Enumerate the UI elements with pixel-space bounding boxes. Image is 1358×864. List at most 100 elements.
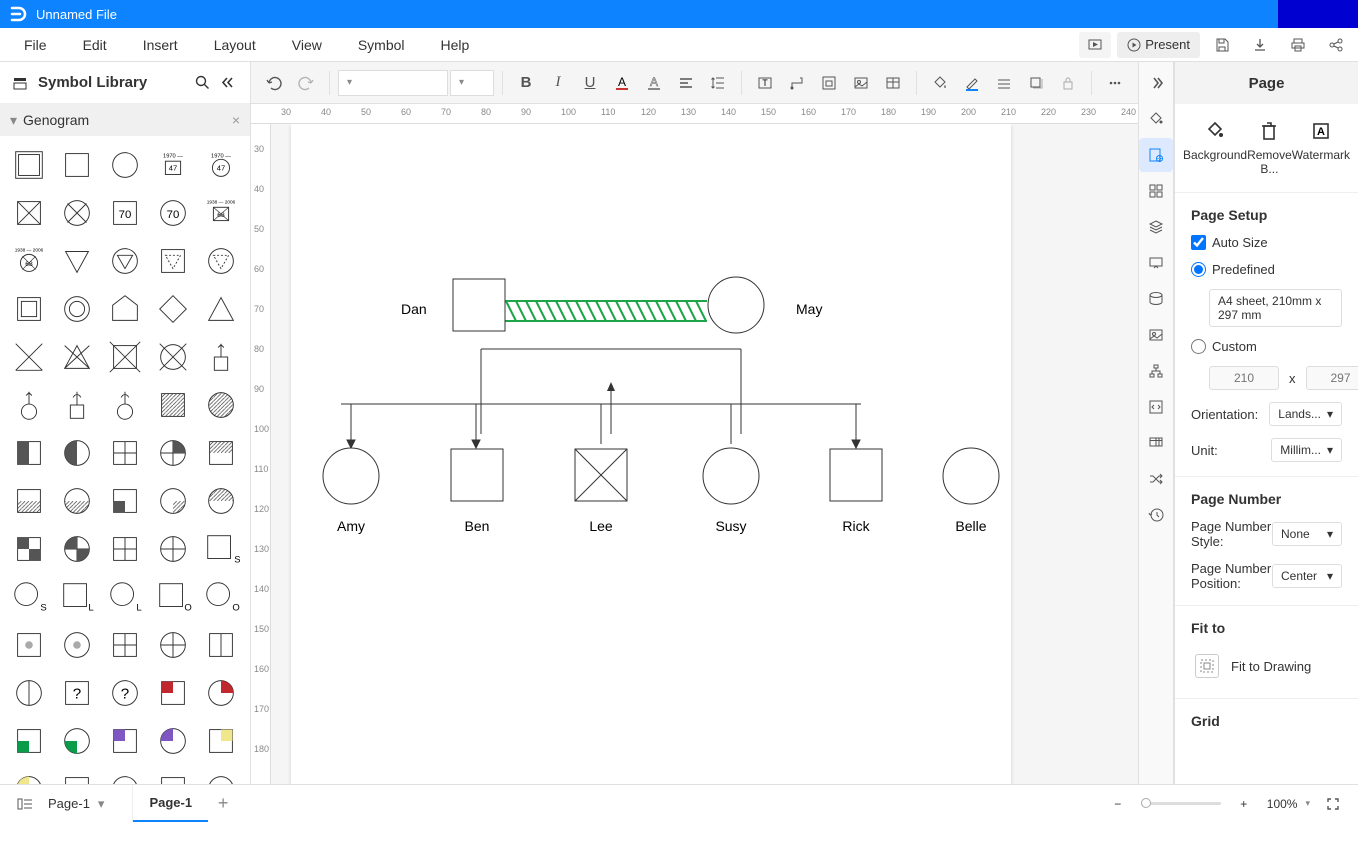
shape-circle-sub-l[interactable]: L: [104, 576, 146, 618]
theme-icon[interactable]: [1139, 102, 1173, 136]
shape-split-ci[interactable]: [8, 672, 50, 714]
zoom-slider[interactable]: [1141, 802, 1221, 805]
shape-quarter-square[interactable]: [104, 432, 146, 474]
page-number-position-select[interactable]: Center▾: [1272, 564, 1342, 588]
shape-green-quarter-ci[interactable]: [56, 720, 98, 762]
connector-button[interactable]: [782, 68, 812, 98]
shape-red-quarter-ci[interactable]: [200, 672, 242, 714]
menu-insert[interactable]: Insert: [125, 37, 196, 53]
orientation-select[interactable]: Lands...▾: [1269, 402, 1342, 426]
shape-quarter-fill-ci[interactable]: [152, 480, 194, 522]
lock-button[interactable]: [1053, 68, 1083, 98]
redo-button[interactable]: [291, 68, 321, 98]
italic-button[interactable]: I: [543, 68, 573, 98]
menu-edit[interactable]: Edit: [65, 37, 125, 53]
shape-question-sq[interactable]: ?: [56, 672, 98, 714]
shape-dashed-square[interactable]: [152, 240, 194, 282]
undo-button[interactable]: [259, 68, 289, 98]
font-family-select[interactable]: ▾: [338, 70, 448, 96]
shape-checker-ci[interactable]: [56, 528, 98, 570]
layers-icon[interactable]: [1139, 210, 1173, 244]
shape-triangle-circle[interactable]: [104, 240, 146, 282]
shape-lightblue-corner-sq[interactable]: [152, 768, 194, 784]
category-close-icon[interactable]: ×: [232, 112, 240, 128]
page-settings-icon[interactable]: [1139, 138, 1173, 172]
shape-double-square[interactable]: [8, 288, 50, 330]
shape-red-corner-sq[interactable]: [152, 672, 194, 714]
zoom-out-button[interactable]: −: [1103, 789, 1133, 819]
shape-deceased-year-box[interactable]: 1938 — 200668: [200, 192, 242, 234]
shape-navy-corner-sq[interactable]: [56, 768, 98, 784]
shape-yellow-quarter-ci[interactable]: [8, 768, 50, 784]
line-style-button[interactable]: [989, 68, 1019, 98]
image-button[interactable]: [846, 68, 876, 98]
text-box-button[interactable]: T: [750, 68, 780, 98]
custom-radio[interactable]: [1191, 339, 1206, 354]
shape-triangle-up[interactable]: [200, 288, 242, 330]
shape-quarter-fill-sq[interactable]: [104, 480, 146, 522]
table-button[interactable]: [878, 68, 908, 98]
shape-square[interactable]: [56, 144, 98, 186]
font-size-select[interactable]: ▾: [450, 70, 494, 96]
background-button[interactable]: Background: [1183, 120, 1247, 176]
font-color-button[interactable]: A: [607, 68, 637, 98]
shape-hatched-square[interactable]: [152, 384, 194, 426]
shape-green-corner-sq[interactable]: [8, 720, 50, 762]
shape-cross-sq[interactable]: [104, 528, 146, 570]
expand-panel-icon[interactable]: [1139, 66, 1173, 100]
shape-stem-circle[interactable]: [8, 384, 50, 426]
shape-4panel-sq[interactable]: [104, 624, 146, 666]
auto-size-checkbox[interactable]: [1191, 235, 1206, 250]
menu-view[interactable]: View: [274, 37, 340, 53]
menu-help[interactable]: Help: [423, 37, 488, 53]
shape-hatched-circle[interactable]: [200, 384, 242, 426]
slideshow-icon[interactable]: [1079, 32, 1111, 58]
shape-sub-s[interactable]: S: [200, 528, 242, 570]
line-spacing-button[interactable]: [703, 68, 733, 98]
shape-dashed-circle[interactable]: [200, 240, 242, 282]
shape-lightblue-quarter-ci[interactable]: [200, 768, 242, 784]
shape-diamond[interactable]: [152, 288, 194, 330]
unit-select[interactable]: Millim...▾: [1271, 438, 1342, 462]
zoom-in-button[interactable]: +: [1229, 789, 1259, 819]
shape-purple-quarter-ci[interactable]: [152, 720, 194, 762]
underline-button[interactable]: U: [575, 68, 605, 98]
save-icon[interactable]: [1206, 32, 1238, 58]
shape-circle-sub-s[interactable]: S: [8, 576, 50, 618]
shape-dot-square[interactable]: [8, 624, 50, 666]
shape-cross-1[interactable]: [8, 336, 50, 378]
fullscreen-icon[interactable]: [1318, 789, 1348, 819]
shape-dot-circle[interactable]: [56, 624, 98, 666]
comments-icon[interactable]: [1139, 426, 1173, 460]
shape-4panel-ci[interactable]: [152, 624, 194, 666]
height-input[interactable]: [1306, 366, 1358, 390]
canvas[interactable]: Dan May: [271, 124, 1138, 784]
shape-half-square-l[interactable]: [8, 432, 50, 474]
menu-symbol[interactable]: Symbol: [340, 37, 423, 53]
shape-circle-cross[interactable]: [152, 336, 194, 378]
shape-half-square-b[interactable]: [8, 480, 50, 522]
shape-square-sub-o[interactable]: O: [152, 576, 194, 618]
data-icon[interactable]: [1139, 282, 1173, 316]
tab-page-1[interactable]: Page-1: [133, 785, 208, 822]
line-color-button[interactable]: [957, 68, 987, 98]
fit-to-drawing-button[interactable]: Fit to Drawing: [1191, 648, 1342, 684]
shape-stem-square[interactable]: [200, 336, 242, 378]
collapse-sidebar-icon[interactable]: [214, 71, 238, 95]
shape-year-box[interactable]: 1970 —47: [152, 144, 194, 186]
share-icon[interactable]: [1320, 32, 1352, 58]
shape-half-circle-l[interactable]: [56, 432, 98, 474]
shape-question-ci[interactable]: ?: [104, 672, 146, 714]
shape-female[interactable]: [104, 144, 146, 186]
page-preset-select[interactable]: A4 sheet, 210mm x 297 mm: [1209, 289, 1342, 327]
width-input[interactable]: [1209, 366, 1279, 390]
shape-purple-corner-sq[interactable]: [104, 720, 146, 762]
shape-hatch-circle-2[interactable]: [200, 480, 242, 522]
more-button[interactable]: [1100, 68, 1130, 98]
download-icon[interactable]: [1244, 32, 1276, 58]
shadow-button[interactable]: [1021, 68, 1051, 98]
history-icon[interactable]: [1139, 498, 1173, 532]
shape-year-circle[interactable]: 1970 —47: [200, 144, 242, 186]
shape-deceased-female[interactable]: [56, 192, 98, 234]
shuffle-icon[interactable]: [1139, 462, 1173, 496]
